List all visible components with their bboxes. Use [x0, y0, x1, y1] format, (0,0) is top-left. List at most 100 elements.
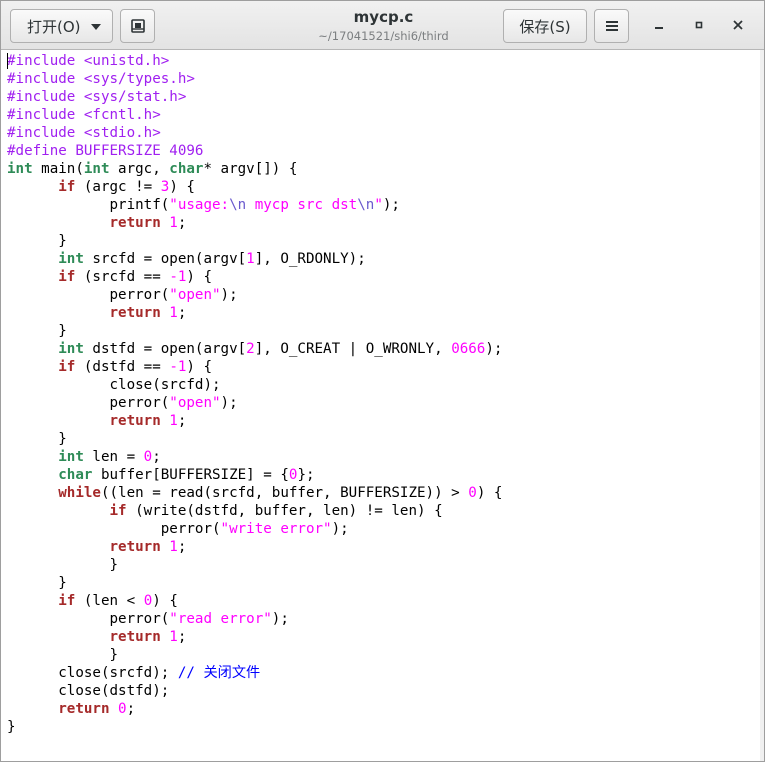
code-token: return — [109, 413, 161, 429]
code-token: 0 — [143, 593, 153, 609]
code-token: argc, — [109, 161, 170, 177]
chevron-down-icon — [91, 24, 101, 30]
minimize-icon — [655, 27, 663, 29]
code-line: close(dstfd); — [7, 683, 169, 699]
code-token: if — [58, 269, 76, 285]
code-line: while((len = read(srcfd, buffer, BUFFERS… — [7, 485, 502, 501]
code-token: return — [109, 539, 161, 555]
code-token: 1 — [169, 305, 178, 321]
code-line: if (len < 0) { — [7, 593, 178, 609]
code-line: return 1; — [7, 305, 187, 321]
code-token: int — [7, 161, 33, 177]
code-token: #define BUFFERSIZE 4096 — [7, 143, 204, 159]
code-line: return 0; — [7, 701, 135, 717]
code-token: }; — [297, 467, 315, 483]
vertical-scrollbar[interactable] — [760, 50, 764, 761]
code-line: } — [7, 233, 67, 249]
code-token: "write error" — [220, 521, 332, 537]
code-line: perror("open"); — [7, 395, 238, 411]
code-line: return 1; — [7, 215, 187, 231]
code-line: #include <sys/stat.h> — [7, 89, 186, 105]
code-token: #include <unistd.h> — [7, 53, 170, 69]
code-line: } — [7, 719, 16, 735]
code-token: perror( — [7, 611, 170, 627]
text-cursor — [7, 53, 8, 69]
code-token: } — [7, 431, 67, 447]
code-token: -1 — [169, 269, 187, 285]
code-token: #include <sys/stat.h> — [7, 89, 187, 105]
code-token: (srcfd == — [75, 269, 170, 285]
code-token: #include <stdio.h> — [7, 125, 161, 141]
code-line: int len = 0; — [7, 449, 161, 465]
close-button[interactable] — [728, 15, 748, 35]
code-token: ) { — [186, 269, 213, 285]
code-token: #include <sys/types.h> — [7, 71, 195, 87]
code-token: 1 — [169, 539, 178, 555]
minimize-button[interactable] — [649, 15, 669, 35]
code-token: ); — [220, 395, 238, 411]
code-token: (argc != — [75, 179, 161, 195]
code-line: perror("write error"); — [7, 521, 349, 537]
code-token: return — [58, 701, 110, 717]
text-editor-area[interactable]: #include <unistd.h> #include <sys/types.… — [1, 50, 764, 761]
code-line: return 1; — [7, 539, 187, 555]
menu-button[interactable] — [594, 9, 629, 43]
code-line: if (srcfd == -1) { — [7, 269, 212, 285]
code-line: return 1; — [7, 413, 187, 429]
code-token: if — [58, 179, 76, 195]
code-token: } — [7, 557, 119, 573]
code-token: printf( — [7, 197, 170, 213]
code-token: ) { — [152, 593, 178, 609]
code-line: printf("usage:\n mycp src dst\n"); — [7, 197, 400, 213]
code-token: "open" — [169, 287, 221, 303]
code-line: } — [7, 647, 118, 663]
code-line: int srcfd = open(argv[1], O_RDONLY); — [7, 251, 366, 267]
code-token: char — [58, 467, 93, 483]
code-token: (len < — [75, 593, 144, 609]
code-line: int main(int argc, char* argv[]) { — [7, 161, 297, 177]
gedit-window: 打开(O) mycp.c ~/17041521/shi6/third 保存(S) — [0, 0, 765, 762]
code-line: } — [7, 575, 67, 591]
code-token: mycp src dst — [246, 197, 358, 213]
new-document-button[interactable] — [120, 9, 155, 43]
code-token: ; — [177, 215, 187, 231]
code-line: } — [7, 431, 67, 447]
code-token: " — [374, 197, 383, 213]
window-title: mycp.c — [353, 8, 414, 26]
code-token: 0 — [143, 449, 153, 465]
code-token: ); — [485, 341, 503, 357]
code-token: buffer[BUFFERSIZE] = { — [92, 467, 289, 483]
code-token: close(srcfd); — [7, 377, 221, 393]
hamburger-menu-icon — [605, 21, 618, 31]
code-token: ; — [177, 413, 187, 429]
code-token: ((len = read(srcfd, buffer, BUFFERSIZE))… — [100, 485, 469, 501]
code-token: } — [7, 323, 67, 339]
save-button[interactable]: 保存(S) — [503, 9, 587, 43]
code-token: ], O_RDONLY); — [254, 251, 366, 267]
code-token: "usage: — [169, 197, 230, 213]
code-line: #include <stdio.h> — [7, 125, 161, 141]
code-token: int — [58, 341, 84, 357]
close-icon — [733, 20, 743, 30]
code-token: ); — [382, 197, 400, 213]
code-token: } — [7, 647, 119, 663]
code-token: ; — [177, 539, 187, 555]
source-code[interactable]: #include <unistd.h> #include <sys/types.… — [7, 52, 502, 736]
open-button[interactable]: 打开(O) — [10, 9, 113, 43]
code-line: if (write(dstfd, buffer, len) != len) { — [7, 503, 443, 519]
maximize-button[interactable] — [689, 15, 709, 35]
save-button-label: 保存(S) — [519, 17, 571, 36]
code-token: \n — [229, 197, 247, 213]
maximize-icon — [695, 21, 703, 29]
code-token: "open" — [169, 395, 221, 411]
